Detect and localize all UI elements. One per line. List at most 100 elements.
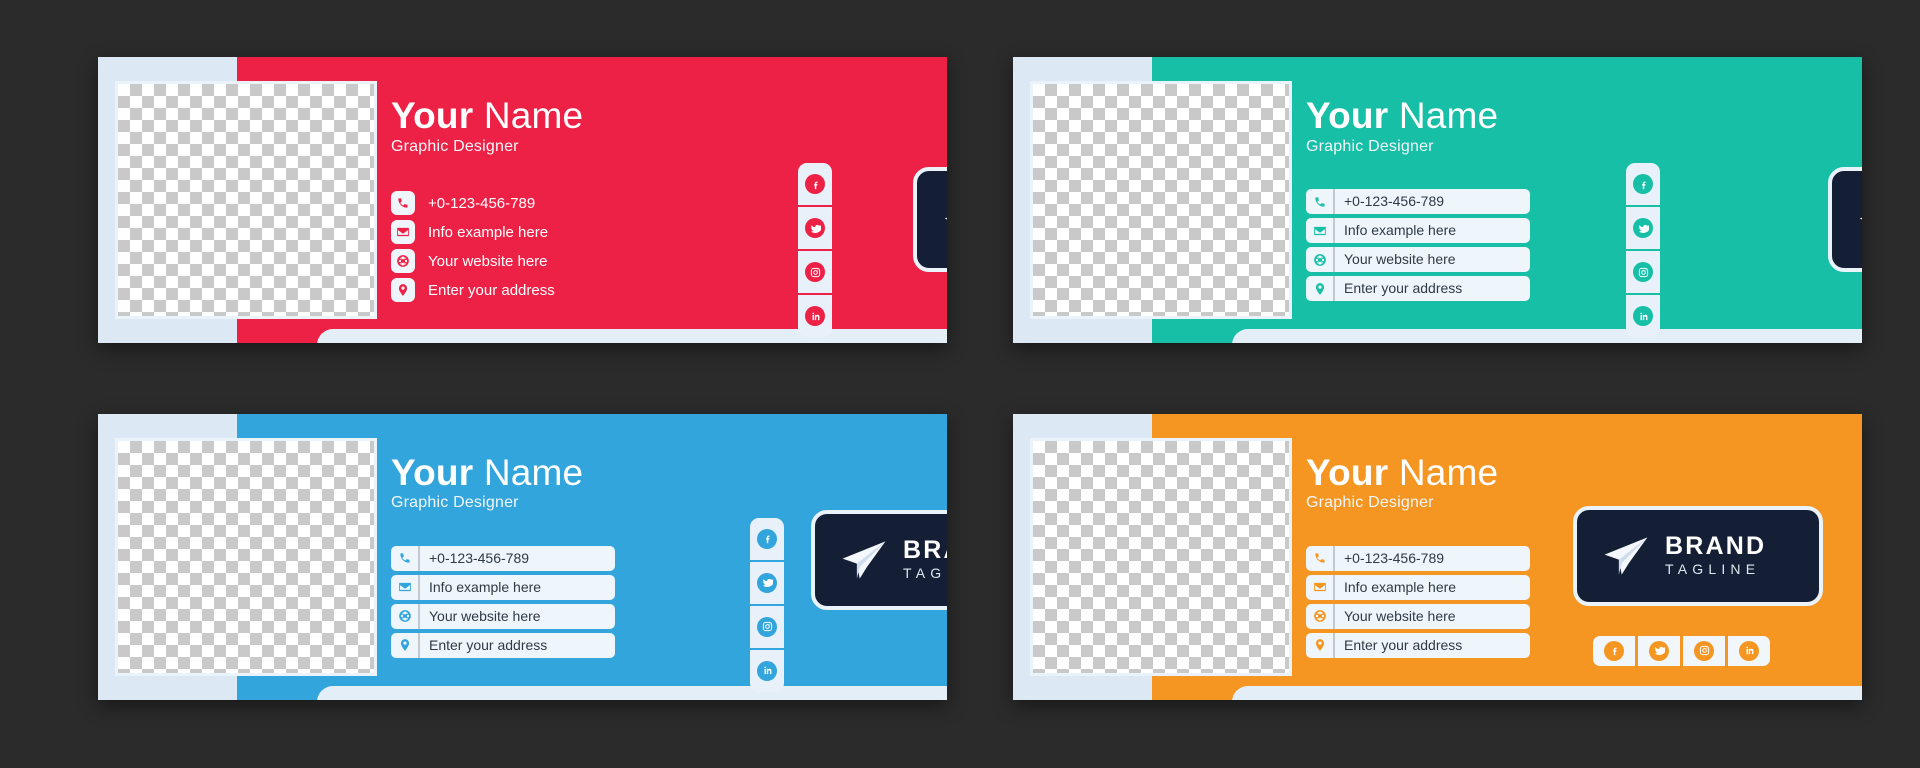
contact-row-address[interactable]: Enter your address xyxy=(391,632,615,658)
brand-name: BRAND xyxy=(1665,532,1767,561)
photo-placeholder[interactable] xyxy=(115,81,377,319)
name-last: Name xyxy=(1398,451,1499,493)
contact-value: Enter your address xyxy=(428,281,555,299)
location-icon xyxy=(1306,276,1333,301)
name-last: Name xyxy=(483,451,584,493)
bottom-accent-band xyxy=(1232,685,1862,700)
contact-value: Info example here xyxy=(428,223,549,241)
page-title: Your Name xyxy=(1306,95,1498,136)
bottom-accent-band xyxy=(317,685,947,700)
contact-row-website[interactable]: Your website here xyxy=(1306,603,1530,629)
template-sheet: Your Name Graphic Designer +0-123-456-78… xyxy=(0,0,1920,768)
contact-row-website[interactable]: Your website here xyxy=(391,603,615,629)
contact-row-phone[interactable]: +0-123-456-789 xyxy=(391,191,555,215)
linkedin-icon xyxy=(1633,306,1653,326)
contact-row-phone[interactable]: +0-123-456-789 xyxy=(391,545,615,571)
photo-placeholder[interactable] xyxy=(1030,437,1292,676)
paper-plane-icon xyxy=(1859,217,1862,219)
brand-text: BRAND TAGLINE xyxy=(903,537,947,581)
signature-card-red[interactable]: Your Name Graphic Designer +0-123-456-78… xyxy=(98,57,947,343)
social-link-twitter[interactable] xyxy=(750,561,784,604)
social-links-vertical xyxy=(1626,163,1660,337)
brand-logo-block[interactable]: BRAND TAGLINE xyxy=(1828,167,1862,272)
brand-tagline: TAGLINE xyxy=(1665,560,1761,577)
page-title: Your Name xyxy=(391,95,584,136)
twitter-icon xyxy=(757,572,777,593)
social-link-facebook[interactable] xyxy=(1593,635,1635,666)
phone-icon xyxy=(1306,189,1333,214)
social-link-linkedin[interactable] xyxy=(750,649,784,692)
phone-icon xyxy=(1306,546,1333,571)
social-link-linkedin[interactable] xyxy=(1626,295,1660,337)
social-link-twitter[interactable] xyxy=(1626,207,1660,249)
location-icon xyxy=(1306,633,1333,658)
social-links-vertical xyxy=(750,517,784,692)
social-link-linkedin[interactable] xyxy=(798,295,832,337)
social-link-instagram[interactable] xyxy=(1683,635,1725,666)
contact-row-address[interactable]: Enter your address xyxy=(391,278,555,302)
name-first: Your xyxy=(1306,95,1389,136)
instagram-icon xyxy=(1694,640,1714,661)
contact-value: Enter your address xyxy=(1333,632,1462,658)
page-title: Your Name xyxy=(391,451,584,493)
photo-placeholder[interactable] xyxy=(115,437,377,676)
contact-row-email[interactable]: Info example here xyxy=(391,220,555,244)
contact-row-address[interactable]: Enter your address xyxy=(1306,276,1530,301)
contact-row-email[interactable]: Info example here xyxy=(1306,218,1530,243)
brand-tagline: TAGLINE xyxy=(903,564,947,581)
contact-value: Info example here xyxy=(418,574,541,600)
contact-value: Info example here xyxy=(1333,574,1456,600)
contact-value: Enter your address xyxy=(418,632,547,658)
photo-placeholder[interactable] xyxy=(1030,81,1292,319)
contact-row-website[interactable]: Your website here xyxy=(391,249,555,273)
facebook-icon xyxy=(757,528,777,549)
twitter-icon xyxy=(1633,218,1653,238)
social-link-twitter[interactable] xyxy=(1638,635,1680,666)
social-link-instagram[interactable] xyxy=(1626,251,1660,293)
signature-card-orange[interactable]: Your Name Graphic Designer +0-123-456-78… xyxy=(1013,413,1862,700)
facebook-icon xyxy=(805,174,825,194)
social-link-facebook[interactable] xyxy=(750,517,784,560)
signature-card-teal[interactable]: Your Name Graphic Designer +0-123-456-78… xyxy=(1013,57,1862,343)
name-first: Your xyxy=(1306,451,1389,493)
contact-row-email[interactable]: Info example here xyxy=(1306,574,1530,600)
paper-plane-icon xyxy=(842,540,886,579)
contact-value: +0-123-456-789 xyxy=(428,194,536,212)
social-link-instagram[interactable] xyxy=(798,251,832,293)
globe-icon xyxy=(391,249,415,273)
brand-logo-block[interactable]: BRAND TAGLINE xyxy=(811,509,947,610)
identity-block: Your Name Graphic Designer xyxy=(391,451,584,513)
contact-value: +0-123-456-789 xyxy=(418,545,529,571)
job-role: Graphic Designer xyxy=(1306,137,1434,155)
contact-list: +0-123-456-789 Info example here Your we… xyxy=(391,191,555,302)
social-link-twitter[interactable] xyxy=(798,207,832,249)
instagram-icon xyxy=(805,262,825,282)
bottom-accent-band xyxy=(1232,329,1862,343)
name-last: Name xyxy=(483,95,584,136)
contact-row-website[interactable]: Your website here xyxy=(1306,247,1530,272)
paper-plane-icon xyxy=(944,217,947,219)
linkedin-icon xyxy=(757,660,777,681)
facebook-icon xyxy=(1604,640,1624,661)
job-role: Graphic Designer xyxy=(391,494,519,512)
contact-row-email[interactable]: Info example here xyxy=(391,574,615,600)
location-icon xyxy=(391,278,415,302)
brand-logo-block[interactable]: BRAND TAGLINE xyxy=(1573,505,1823,606)
brand-text: BRAND TAGLINE xyxy=(1665,533,1766,577)
social-link-facebook[interactable] xyxy=(798,163,832,205)
contact-row-address[interactable]: Enter your address xyxy=(1306,632,1530,658)
brand-logo-block[interactable]: BRAND TAGLINE xyxy=(913,167,947,272)
contact-list: +0-123-456-789 Info example here Your we… xyxy=(1306,189,1530,301)
linkedin-icon xyxy=(805,306,825,326)
signature-card-blue[interactable]: Your Name Graphic Designer +0-123-456-78… xyxy=(98,413,947,700)
contact-row-phone[interactable]: +0-123-456-789 xyxy=(1306,189,1530,214)
contact-value: +0-123-456-789 xyxy=(1333,545,1444,571)
email-icon xyxy=(1306,575,1333,600)
social-links-horizontal xyxy=(1593,635,1770,666)
social-link-facebook[interactable] xyxy=(1626,163,1660,205)
globe-icon xyxy=(391,604,418,629)
social-link-linkedin[interactable] xyxy=(1728,635,1770,666)
contact-row-phone[interactable]: +0-123-456-789 xyxy=(1306,545,1530,571)
email-icon xyxy=(391,575,418,600)
social-link-instagram[interactable] xyxy=(750,605,784,648)
